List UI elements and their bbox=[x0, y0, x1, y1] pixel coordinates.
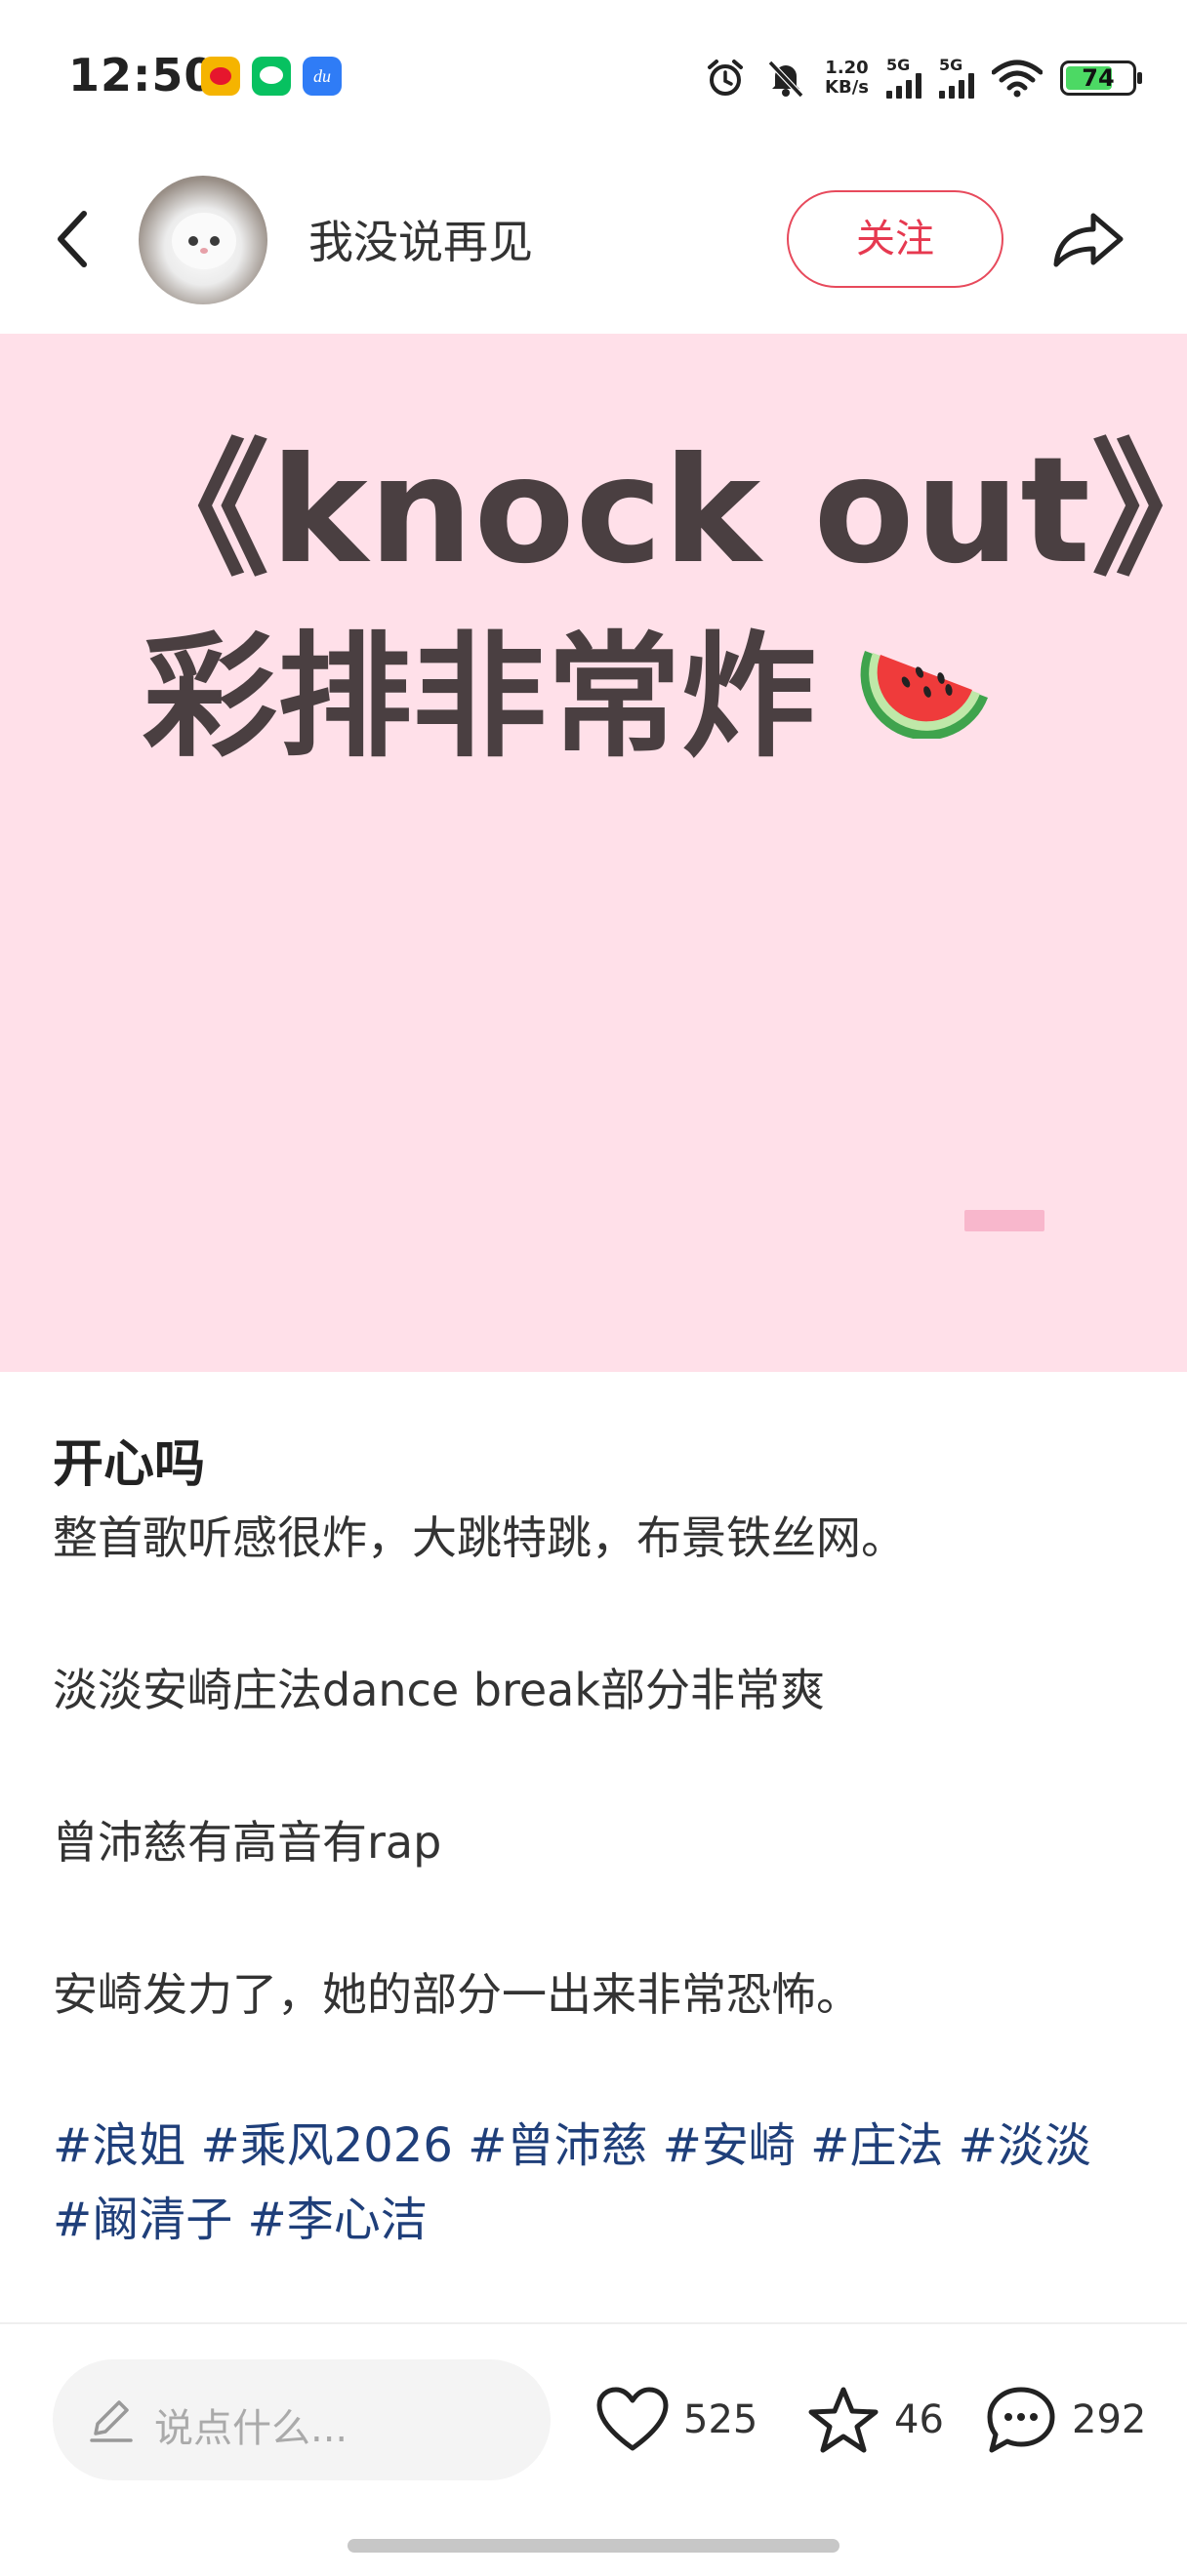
hashtag-link[interactable]: #乘风2026 bbox=[201, 2118, 453, 2173]
post-paragraph: 淡淡安崎庄法dance break部分非常爽 bbox=[53, 1664, 825, 1716]
avatar[interactable] bbox=[139, 176, 267, 304]
alarm-icon bbox=[708, 60, 744, 96]
star-icon bbox=[808, 2387, 879, 2453]
status-bar: 12:50 du 1.20 KB/s 5G 5G 74 bbox=[0, 0, 1187, 146]
hashtag-link[interactable]: #浪姐 bbox=[53, 2118, 185, 2173]
cat-eye bbox=[210, 236, 220, 246]
comment-placeholder: 说点什么... bbox=[154, 2406, 348, 2451]
hashtag-link[interactable]: #曾沛慈 bbox=[468, 2118, 647, 2173]
battery-icon: 74 bbox=[1060, 60, 1142, 96]
cover-image[interactable]: 《knock out》 彩排非常炸 bbox=[0, 334, 1187, 1372]
pencil-icon bbox=[90, 2400, 133, 2442]
weibo-icon bbox=[201, 57, 240, 96]
wechat-icon bbox=[252, 57, 291, 96]
network-speed-value: 1.20 bbox=[825, 58, 869, 78]
hashtag-link[interactable]: #庄法 bbox=[810, 2118, 943, 2173]
post-tags: #浪姐 #乘风2026 #曾沛慈 #安崎 #庄法 #淡淡 #阚清子 #李心洁 bbox=[53, 2109, 1126, 2257]
status-app-icons: du bbox=[201, 57, 342, 96]
comment-count: 292 bbox=[1072, 2397, 1147, 2442]
signal-bars-icon bbox=[939, 73, 974, 99]
post-paragraph: 安崎发力了，她的部分一出来非常恐怖。 bbox=[53, 1968, 861, 2021]
heart-icon bbox=[596, 2387, 669, 2451]
hashtag-link[interactable]: #阚清子 bbox=[53, 2193, 232, 2247]
wifi-icon bbox=[992, 60, 1043, 98]
battery-level: 74 bbox=[1082, 64, 1115, 92]
watermelon-emoji-icon bbox=[860, 651, 988, 739]
status-time: 12:50 bbox=[68, 49, 217, 101]
comment-button[interactable]: 292 bbox=[984, 2381, 1146, 2459]
cat-nose bbox=[200, 248, 208, 254]
chat-bubble-icon bbox=[987, 2387, 1055, 2453]
favorite-button[interactable]: 46 bbox=[806, 2381, 944, 2459]
sim2-label: 5G bbox=[939, 56, 963, 74]
home-indicator[interactable] bbox=[348, 2539, 839, 2553]
comment-input[interactable]: 说点什么... bbox=[53, 2359, 551, 2480]
cover-title-line1: 《knock out》 bbox=[123, 426, 1187, 596]
follow-button[interactable]: 关注 bbox=[787, 190, 1003, 288]
du-icon: du bbox=[303, 57, 342, 96]
post-title: 开心吗 bbox=[53, 1435, 206, 1494]
post-body: 整首歌听感很炸，大跳特跳，布景铁丝网。 淡淡安崎庄法dance break部分非… bbox=[53, 1500, 1136, 2033]
signal-bars-icon bbox=[886, 73, 921, 99]
bottom-divider bbox=[0, 2322, 1187, 2324]
hashtag-link[interactable]: #安崎 bbox=[663, 2118, 796, 2173]
share-icon[interactable] bbox=[1046, 200, 1128, 278]
author-name[interactable]: 我没说再见 bbox=[308, 207, 533, 271]
post-content: 开心吗 整首歌听感很炸，大跳特跳，布景铁丝网。 淡淡安崎庄法dance brea… bbox=[53, 1429, 1136, 2257]
like-count: 525 bbox=[683, 2397, 758, 2442]
mute-icon bbox=[767, 60, 804, 99]
back-icon[interactable] bbox=[47, 200, 105, 278]
post-header: 我没说再见 关注 bbox=[0, 146, 1187, 332]
network-speed: 1.20 KB/s bbox=[825, 59, 869, 98]
sim2-signal: 5G bbox=[939, 58, 974, 99]
post-paragraph: 整首歌听感很炸，大跳特跳，布景铁丝网。 bbox=[53, 1511, 906, 1564]
favorite-count: 46 bbox=[894, 2397, 944, 2442]
status-right: 1.20 KB/s 5G 5G 74 bbox=[704, 49, 1142, 107]
cover-title-line2: 彩排非常炸 bbox=[143, 619, 817, 776]
hashtag-link[interactable]: #淡淡 bbox=[959, 2118, 1091, 2173]
sim1-label: 5G bbox=[886, 56, 911, 74]
sim1-signal: 5G bbox=[886, 58, 921, 99]
post-paragraph: 曾沛慈有高音有rap bbox=[53, 1816, 442, 1869]
cat-face bbox=[172, 213, 236, 269]
network-speed-unit: KB/s bbox=[825, 77, 869, 98]
image-page-indicator bbox=[964, 1210, 1044, 1231]
like-button[interactable]: 525 bbox=[595, 2381, 757, 2459]
hashtag-link[interactable]: #李心洁 bbox=[248, 2193, 428, 2247]
cat-eye bbox=[188, 236, 198, 246]
